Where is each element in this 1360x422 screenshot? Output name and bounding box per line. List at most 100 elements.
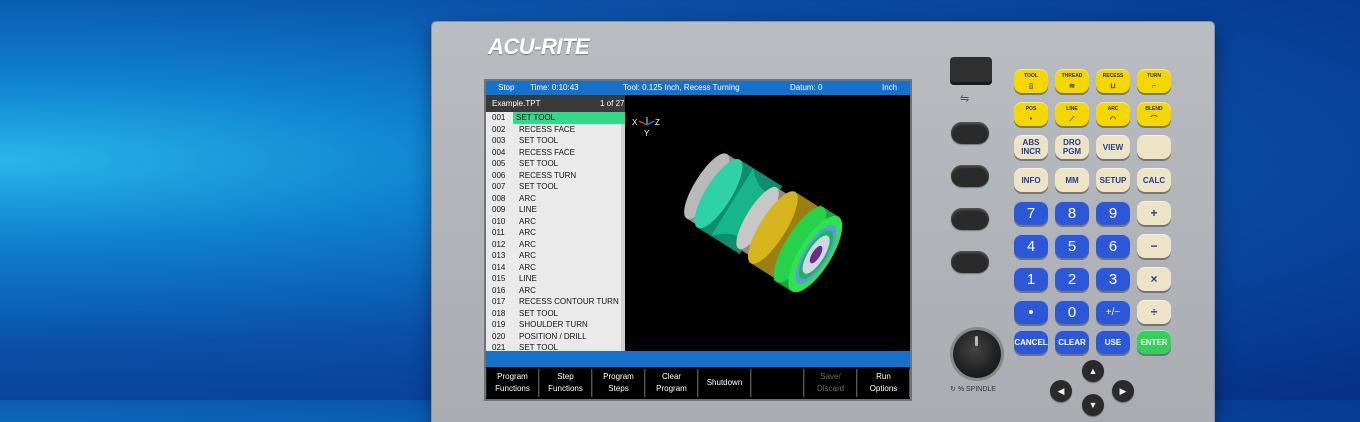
list-item[interactable]: 007 SET TOOL	[486, 181, 625, 193]
arc-key[interactable]: ARC ◠	[1096, 102, 1130, 126]
arrow-right-key[interactable]: ▶	[1112, 380, 1134, 402]
clear-key[interactable]: CLEAR	[1055, 330, 1089, 354]
list-item[interactable]: 019 SHOULDER TURN	[486, 319, 625, 331]
message-bar	[486, 351, 910, 367]
thread-key[interactable]: THREAD ≋	[1055, 69, 1089, 93]
list-item[interactable]: 003 SET TOOL	[486, 135, 625, 147]
recess-key[interactable]: RECESS ⊔	[1096, 69, 1130, 93]
axis-x-label: X	[632, 118, 638, 127]
step-text: ARC	[519, 228, 536, 237]
softkey-4[interactable]: Clear Program	[645, 369, 698, 397]
dro-pgm-key[interactable]: DRO PGM	[1055, 135, 1089, 159]
step-text: RECESS CONTOUR TURN	[519, 297, 619, 306]
side-button-2[interactable]	[951, 165, 989, 187]
list-item[interactable]: 021 SET TOOL	[486, 342, 625, 351]
program-filename: Example.TPT	[492, 99, 541, 108]
step-number: 014	[492, 262, 506, 272]
softkey-3[interactable]: Program Steps	[592, 369, 645, 397]
list-item[interactable]: 010 ARC	[486, 216, 625, 228]
list-item[interactable]: 017 RECESS CONTOUR TURN	[486, 296, 625, 308]
3d-part-view[interactable]: X Z Y	[625, 95, 910, 351]
usb-slot[interactable]	[950, 57, 992, 85]
list-item[interactable]: 016 ARC	[486, 285, 625, 297]
digit-3-key[interactable]: 3	[1096, 267, 1130, 291]
step-text: ARC	[519, 216, 536, 226]
digit-0-key[interactable]: 0	[1055, 300, 1089, 324]
use-key[interactable]: USE	[1096, 330, 1130, 354]
softkey-bar: Program Functions Step Functions Program S…	[486, 367, 910, 399]
decimal-key[interactable]: •	[1014, 300, 1048, 324]
digit-8-key[interactable]: 8	[1055, 201, 1089, 225]
side-button-3[interactable]	[951, 208, 989, 230]
control-panel: ACU-RITE Stop Time: 0:10:43 Tool: 0.125 …	[432, 22, 1214, 422]
softkey-label: Shutdown	[706, 378, 743, 387]
list-item[interactable]: 020 POSITION / DRILL	[486, 331, 625, 343]
step-text: ARC	[519, 193, 536, 203]
list-item[interactable]: 011 ARC	[486, 227, 625, 239]
cancel-key[interactable]: CANCEL	[1014, 330, 1048, 354]
turn-key[interactable]: TURN ⌐	[1137, 69, 1171, 93]
setup-key[interactable]: SETUP	[1096, 168, 1130, 192]
arrow-left-key[interactable]: ◀	[1050, 380, 1072, 402]
enter-key[interactable]: ENTER	[1137, 330, 1171, 354]
digit-2-key[interactable]: 2	[1055, 267, 1089, 291]
step-text: POSITION / DRILL	[519, 331, 587, 341]
softkey-6[interactable]	[751, 369, 804, 397]
softkey-8[interactable]: Run Options	[857, 369, 910, 397]
softkey-2[interactable]: Step Functions	[539, 369, 592, 397]
status-units: Inch	[882, 83, 898, 92]
list-item[interactable]: 004 RECESS FACE	[486, 147, 625, 159]
list-item[interactable]: 013 ARC	[486, 250, 625, 262]
step-text: SHOULDER TURN	[519, 320, 588, 329]
list-item[interactable]: 018 SET TOOL	[486, 308, 625, 320]
digit-7-key[interactable]: 7	[1014, 201, 1048, 225]
list-item[interactable]: 005 SET TOOL	[486, 158, 625, 170]
digit-1-key[interactable]: 1	[1014, 267, 1048, 291]
spindle-override-knob[interactable]	[953, 330, 1001, 378]
digit-9-key[interactable]: 9	[1096, 201, 1130, 225]
mm-key[interactable]: MM	[1055, 168, 1089, 192]
plus-minus-key[interactable]: +/−	[1096, 300, 1130, 324]
tool-key[interactable]: TOOL ▯	[1014, 69, 1048, 93]
list-item[interactable]: 012 ARC	[486, 239, 625, 251]
abs-incr-key[interactable]: ABS INCR	[1014, 135, 1048, 159]
list-item[interactable]: 008 ARC	[486, 193, 625, 205]
times-key[interactable]: ×	[1137, 267, 1171, 291]
view-key[interactable]: VIEW	[1096, 135, 1130, 159]
blank-key[interactable]	[1137, 135, 1171, 159]
side-button-4[interactable]	[951, 251, 989, 273]
side-button-1[interactable]	[951, 122, 989, 144]
divide-key[interactable]: ÷	[1137, 300, 1171, 324]
pos-key[interactable]: POS •	[1014, 102, 1048, 126]
list-item[interactable]: 009 LINE	[486, 204, 625, 216]
program-step-list[interactable]: 001 SET TOOL 002 RECESS FACE 003 SET TOOL 004 R…	[486, 112, 625, 351]
softkey-7[interactable]: Save/ Discard	[804, 369, 857, 397]
arc-icon: ◠	[1109, 115, 1117, 123]
digit-6-key[interactable]: 6	[1096, 234, 1130, 258]
digit-5-key[interactable]: 5	[1055, 234, 1089, 258]
softkey-label: Program Steps	[603, 372, 634, 393]
line-icon: ⟋	[1069, 115, 1075, 123]
status-time: Time: 0:10:43	[530, 83, 579, 92]
minus-key[interactable]: −	[1137, 234, 1171, 258]
status-datum: Datum: 0	[790, 83, 823, 92]
digit-4-key[interactable]: 4	[1014, 234, 1048, 258]
plus-key[interactable]: +	[1137, 201, 1171, 225]
list-item[interactable]: 015 LINE	[486, 273, 625, 285]
list-item[interactable]: 014 ARC	[486, 262, 625, 274]
line-key[interactable]: LINE ⟋	[1055, 102, 1089, 126]
list-item[interactable]: 002 RECESS FACE	[486, 124, 625, 136]
info-key[interactable]: INFO	[1014, 168, 1048, 192]
softkey-5[interactable]: Shutdown	[698, 369, 751, 397]
step-text: SET TOOL	[519, 182, 559, 191]
arrow-up-key[interactable]: ▲	[1082, 360, 1104, 382]
blend-key[interactable]: BLEND ⌒	[1137, 102, 1171, 126]
list-item[interactable]: 006 RECESS TURN	[486, 170, 625, 182]
arrow-down-key[interactable]: ▼	[1082, 394, 1104, 416]
calc-key[interactable]: CALC	[1137, 168, 1171, 192]
softkey-1[interactable]: Program Functions	[486, 369, 539, 397]
step-number: 020	[492, 331, 506, 341]
step-number: 013	[492, 251, 506, 260]
recess-icon: ⊔	[1110, 82, 1116, 90]
list-item[interactable]: 001 SET TOOL	[486, 112, 625, 124]
